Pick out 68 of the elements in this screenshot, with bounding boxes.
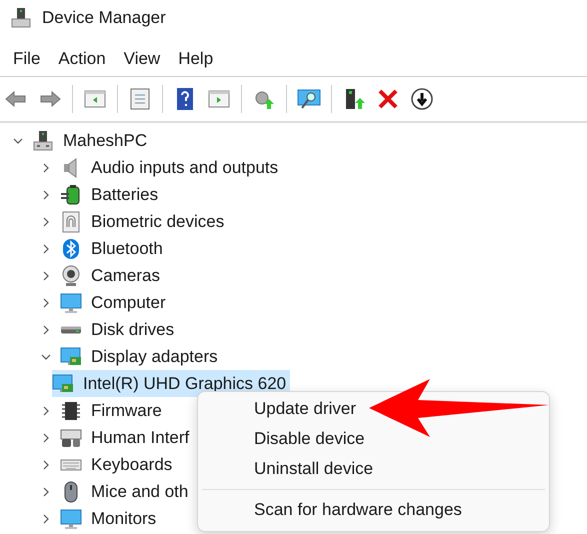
- fingerprint-icon: [60, 210, 82, 232]
- properties-icon[interactable]: [128, 87, 152, 111]
- display-adapter-icon: [52, 372, 74, 394]
- webcam-icon: [60, 264, 82, 286]
- tree-item[interactable]: Bluetooth: [32, 235, 167, 262]
- window-title: Device Manager: [42, 8, 166, 28]
- chevron-right-icon[interactable]: [41, 242, 51, 254]
- monitor-icon: [60, 508, 82, 530]
- menu-option[interactable]: Update driver: [202, 394, 545, 424]
- menu-item[interactable]: Help: [169, 49, 222, 69]
- tree-label: Keyboards: [91, 454, 174, 474]
- tree-label: Display adapters: [91, 346, 219, 366]
- chevron-right-icon[interactable]: [41, 216, 51, 228]
- chevron-right-icon[interactable]: [41, 512, 51, 524]
- tree-item[interactable]: Batteries: [32, 181, 162, 208]
- menu-item[interactable]: File: [4, 49, 50, 69]
- close-icon[interactable]: [376, 87, 400, 111]
- tree-item[interactable]: Keyboards: [32, 451, 176, 478]
- chevron-right-icon[interactable]: [41, 324, 51, 336]
- battery-icon: [60, 184, 82, 206]
- tree-item[interactable]: Cameras: [32, 262, 164, 289]
- chevron-down-icon[interactable]: [12, 136, 24, 146]
- tree-item[interactable]: Display adapters: [32, 343, 222, 370]
- chevron-right-icon[interactable]: [41, 188, 51, 200]
- chevron-right-icon[interactable]: [41, 270, 51, 282]
- chevron-right-icon[interactable]: [41, 404, 51, 416]
- tree-item[interactable]: Computer: [32, 289, 170, 316]
- menu-item[interactable]: Action: [49, 49, 115, 69]
- chevron-right-icon[interactable]: [41, 296, 51, 308]
- tree-label: Computer: [91, 292, 167, 312]
- chip-icon: [60, 400, 82, 422]
- tree-label: Audio inputs and outputs: [91, 158, 280, 178]
- tree-label: Bluetooth: [91, 238, 164, 258]
- chevron-right-icon[interactable]: [41, 432, 51, 444]
- menu-option[interactable]: Scan for hardware changes: [202, 495, 545, 525]
- monitor-icon: [60, 292, 82, 314]
- menu-option[interactable]: Uninstall device: [202, 454, 545, 484]
- tree-item[interactable]: Firmware: [32, 397, 166, 424]
- tree-item[interactable]: Disk drives: [32, 316, 178, 343]
- menu-option[interactable]: Disable device: [202, 424, 545, 454]
- tree-label: Firmware: [91, 400, 163, 420]
- tree-label: Cameras: [91, 266, 161, 286]
- disk-drive-icon: [60, 326, 82, 334]
- tree-item[interactable]: Biometric devices: [32, 208, 228, 235]
- tree-item[interactable]: Intel(R) UHD Graphics 620: [52, 370, 290, 397]
- tree-label: Batteries: [91, 184, 160, 204]
- app-icon: [10, 7, 32, 29]
- tree-label: Intel(R) UHD Graphics 620: [83, 374, 288, 394]
- tree-item[interactable]: MaheshPC: [4, 127, 152, 154]
- chevron-down-icon[interactable]: [40, 352, 52, 362]
- tree-label: Disk drives: [91, 320, 176, 340]
- tree-item[interactable]: Human Interf: [32, 424, 194, 451]
- tree-label: Mice and oth: [91, 482, 190, 502]
- monitor-search-icon[interactable]: [297, 87, 321, 111]
- tree-label: Human Interf: [91, 428, 190, 448]
- menu-item[interactable]: View: [114, 49, 170, 69]
- chevron-right-icon[interactable]: [41, 486, 51, 498]
- chevron-right-icon[interactable]: [41, 458, 51, 470]
- tree-item[interactable]: Audio inputs and outputs: [32, 154, 282, 181]
- computer-icon: [32, 130, 54, 152]
- chevron-right-icon[interactable]: [41, 162, 51, 174]
- tree-item[interactable]: Monitors: [32, 505, 160, 532]
- tree-item[interactable]: Mice and oth: [32, 478, 192, 505]
- tree-label: Monitors: [91, 508, 158, 528]
- tree-label: Biometric devices: [91, 212, 226, 232]
- display-adapter-icon: [60, 346, 82, 368]
- tree-label: MaheshPC: [63, 130, 148, 150]
- bluetooth-icon: [60, 238, 82, 260]
